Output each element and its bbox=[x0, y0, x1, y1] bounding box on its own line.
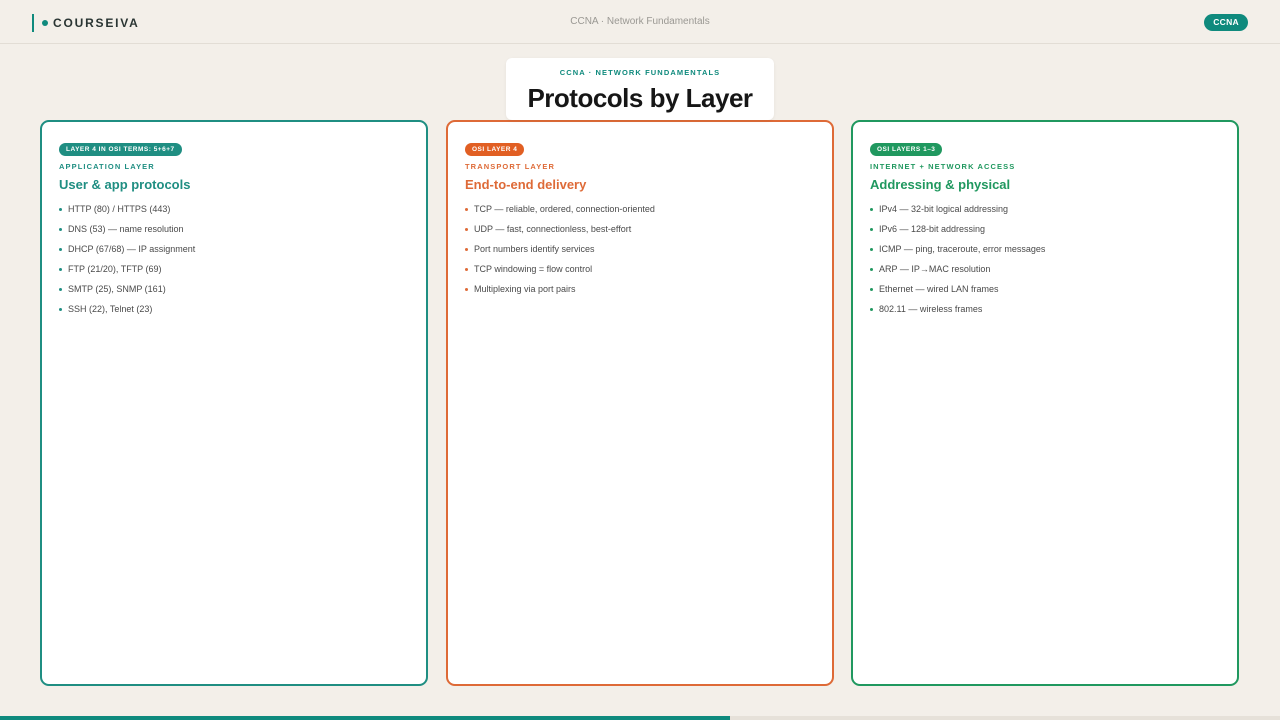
bullet-icon bbox=[465, 248, 468, 251]
slide-kicker: CCNA · NETWORK FUNDAMENTALS bbox=[559, 68, 721, 77]
bullet-icon bbox=[465, 208, 468, 211]
course-title: CCNA · Network Fundamentals bbox=[570, 16, 710, 27]
layer-heading: User & app protocols bbox=[59, 177, 191, 192]
bullet-icon bbox=[870, 208, 873, 211]
bullet-icon bbox=[870, 268, 873, 271]
list-item: IPv4 — 32-bit logical addressing bbox=[870, 199, 1220, 219]
top-bar: COURSEIVA CCNA · Network Fundamentals CC… bbox=[0, 0, 1280, 44]
list-item: SSH (22), Telnet (23) bbox=[59, 299, 409, 319]
list-item-text: Port numbers identify services bbox=[474, 244, 595, 254]
bullet-icon bbox=[465, 268, 468, 271]
list-item: ARP — IP→MAC resolution bbox=[870, 259, 1220, 279]
list-item-text: 802.11 — wireless frames bbox=[879, 304, 983, 314]
list-item-text: SSH (22), Telnet (23) bbox=[68, 304, 153, 314]
protocol-list: TCP — reliable, ordered, connection-orie… bbox=[465, 199, 815, 299]
slide-progress-fill bbox=[0, 716, 730, 720]
layer-kicker: APPLICATION LAYER bbox=[59, 162, 155, 171]
list-item-text: DNS (53) — name resolution bbox=[68, 224, 184, 234]
bullet-icon bbox=[465, 228, 468, 231]
course-badge: CCNA bbox=[1204, 14, 1248, 31]
list-item: HTTP (80) / HTTPS (443) bbox=[59, 199, 409, 219]
bullet-icon bbox=[870, 248, 873, 251]
internet-network-access-card: OSI LAYERS 1–3 INTERNET + NETWORK ACCESS… bbox=[851, 120, 1239, 686]
layer-kicker: INTERNET + NETWORK ACCESS bbox=[870, 162, 1016, 171]
bullet-icon bbox=[59, 228, 62, 231]
list-item: TCP windowing = flow control bbox=[465, 259, 815, 279]
list-item-text: HTTP (80) / HTTPS (443) bbox=[68, 204, 171, 214]
layer-pill: OSI LAYERS 1–3 bbox=[870, 143, 943, 156]
list-item-text: IPv4 — 32-bit logical addressing bbox=[879, 204, 1009, 214]
list-item-text: Ethernet — wired LAN frames bbox=[879, 284, 999, 294]
list-item-text: TCP — reliable, ordered, connection-orie… bbox=[474, 204, 655, 214]
slide-title-card: CCNA · NETWORK FUNDAMENTALS Protocols by… bbox=[506, 58, 774, 120]
transport-layer-card: OSI LAYER 4 TRANSPORT LAYER End-to-end d… bbox=[446, 120, 834, 686]
application-layer-card: LAYER 4 IN OSI TERMS: 5+6+7 APPLICATION … bbox=[40, 120, 428, 686]
bullet-icon bbox=[465, 288, 468, 291]
list-item-text: IPv6 — 128-bit addressing bbox=[879, 224, 986, 234]
list-item-text: ICMP — ping, traceroute, error messages bbox=[879, 244, 1046, 254]
list-item: Ethernet — wired LAN frames bbox=[870, 279, 1220, 299]
bullet-icon bbox=[59, 268, 62, 271]
layer-pill: LAYER 4 IN OSI TERMS: 5+6+7 bbox=[59, 143, 182, 156]
slide-progress-bar[interactable] bbox=[0, 716, 1280, 720]
list-item-text: UDP — fast, connectionless, best-effort bbox=[474, 224, 632, 234]
layer-heading: End-to-end delivery bbox=[465, 177, 587, 192]
list-item: FTP (21/20), TFTP (69) bbox=[59, 259, 409, 279]
protocol-list: IPv4 — 32-bit logical addressing IPv6 — … bbox=[870, 199, 1220, 319]
list-item: Multiplexing via port pairs bbox=[465, 279, 815, 299]
bullet-icon bbox=[59, 308, 62, 311]
bullet-icon bbox=[870, 308, 873, 311]
list-item: IPv6 — 128-bit addressing bbox=[870, 219, 1220, 239]
list-item-text: FTP (21/20), TFTP (69) bbox=[68, 264, 162, 274]
layer-kicker: TRANSPORT LAYER bbox=[465, 162, 555, 171]
list-item-text: SMTP (25), SNMP (161) bbox=[68, 284, 166, 294]
bullet-icon bbox=[59, 208, 62, 211]
list-item: 802.11 — wireless frames bbox=[870, 299, 1220, 319]
bullet-icon bbox=[59, 248, 62, 251]
bullet-icon bbox=[870, 288, 873, 291]
list-item: UDP — fast, connectionless, best-effort bbox=[465, 219, 815, 239]
slide-title: Protocols by Layer bbox=[527, 83, 753, 113]
bullet-icon bbox=[870, 228, 873, 231]
list-item: SMTP (25), SNMP (161) bbox=[59, 279, 409, 299]
list-item: ICMP — ping, traceroute, error messages bbox=[870, 239, 1220, 259]
list-item: DNS (53) — name resolution bbox=[59, 219, 409, 239]
layer-heading: Addressing & physical bbox=[870, 177, 1011, 192]
protocol-list: HTTP (80) / HTTPS (443) DNS (53) — name … bbox=[59, 199, 409, 319]
layer-pill: OSI LAYER 4 bbox=[465, 143, 525, 156]
list-item: Port numbers identify services bbox=[465, 239, 815, 259]
list-item-text: Multiplexing via port pairs bbox=[474, 284, 576, 294]
list-item-text: TCP windowing = flow control bbox=[474, 264, 593, 274]
bullet-icon bbox=[59, 288, 62, 291]
list-item: TCP — reliable, ordered, connection-orie… bbox=[465, 199, 815, 219]
list-item: DHCP (67/68) — IP assignment bbox=[59, 239, 409, 259]
list-item-text: ARP — IP→MAC resolution bbox=[879, 264, 991, 274]
list-item-text: DHCP (67/68) — IP assignment bbox=[68, 244, 196, 254]
